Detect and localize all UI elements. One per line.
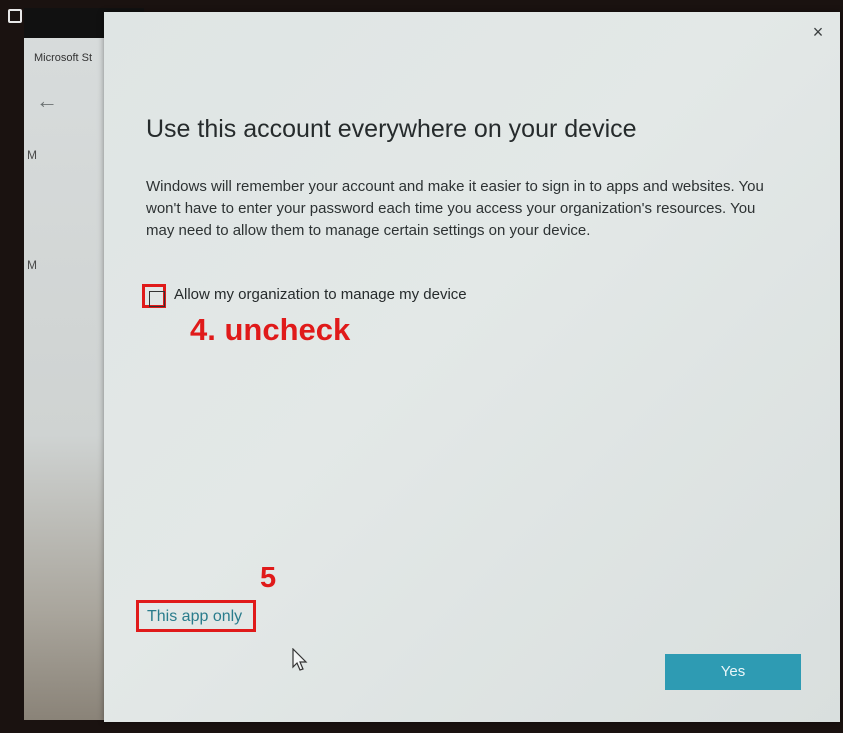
dialog-description: Windows will remember your account and m… <box>146 178 764 239</box>
manage-device-label: Allow my organization to manage my devic… <box>174 286 467 303</box>
background-window-title: Microsoft St <box>34 52 93 64</box>
annotation-highlight-box: This app only <box>136 600 256 632</box>
taskbar-app-icon[interactable] <box>8 9 22 23</box>
yes-button[interactable]: Yes <box>665 654 801 690</box>
back-arrow-icon[interactable]: ← <box>36 88 58 114</box>
manage-device-checkbox[interactable] <box>142 284 166 308</box>
this-app-only-link[interactable]: This app only <box>147 608 242 626</box>
background-side-letter: M <box>27 258 37 272</box>
mouse-pointer-icon <box>292 648 308 671</box>
annotation-step-5: 5 <box>260 562 277 594</box>
close-button[interactable]: × <box>804 18 832 46</box>
dialog-title: Use this account everywhere on your devi… <box>146 115 637 143</box>
checkbox-box-icon <box>149 291 165 307</box>
background-side-letter: M <box>27 148 37 162</box>
annotation-step-4: 4. uncheck <box>190 312 351 347</box>
account-dialog: × Use this account everywhere on your de… <box>104 12 840 722</box>
